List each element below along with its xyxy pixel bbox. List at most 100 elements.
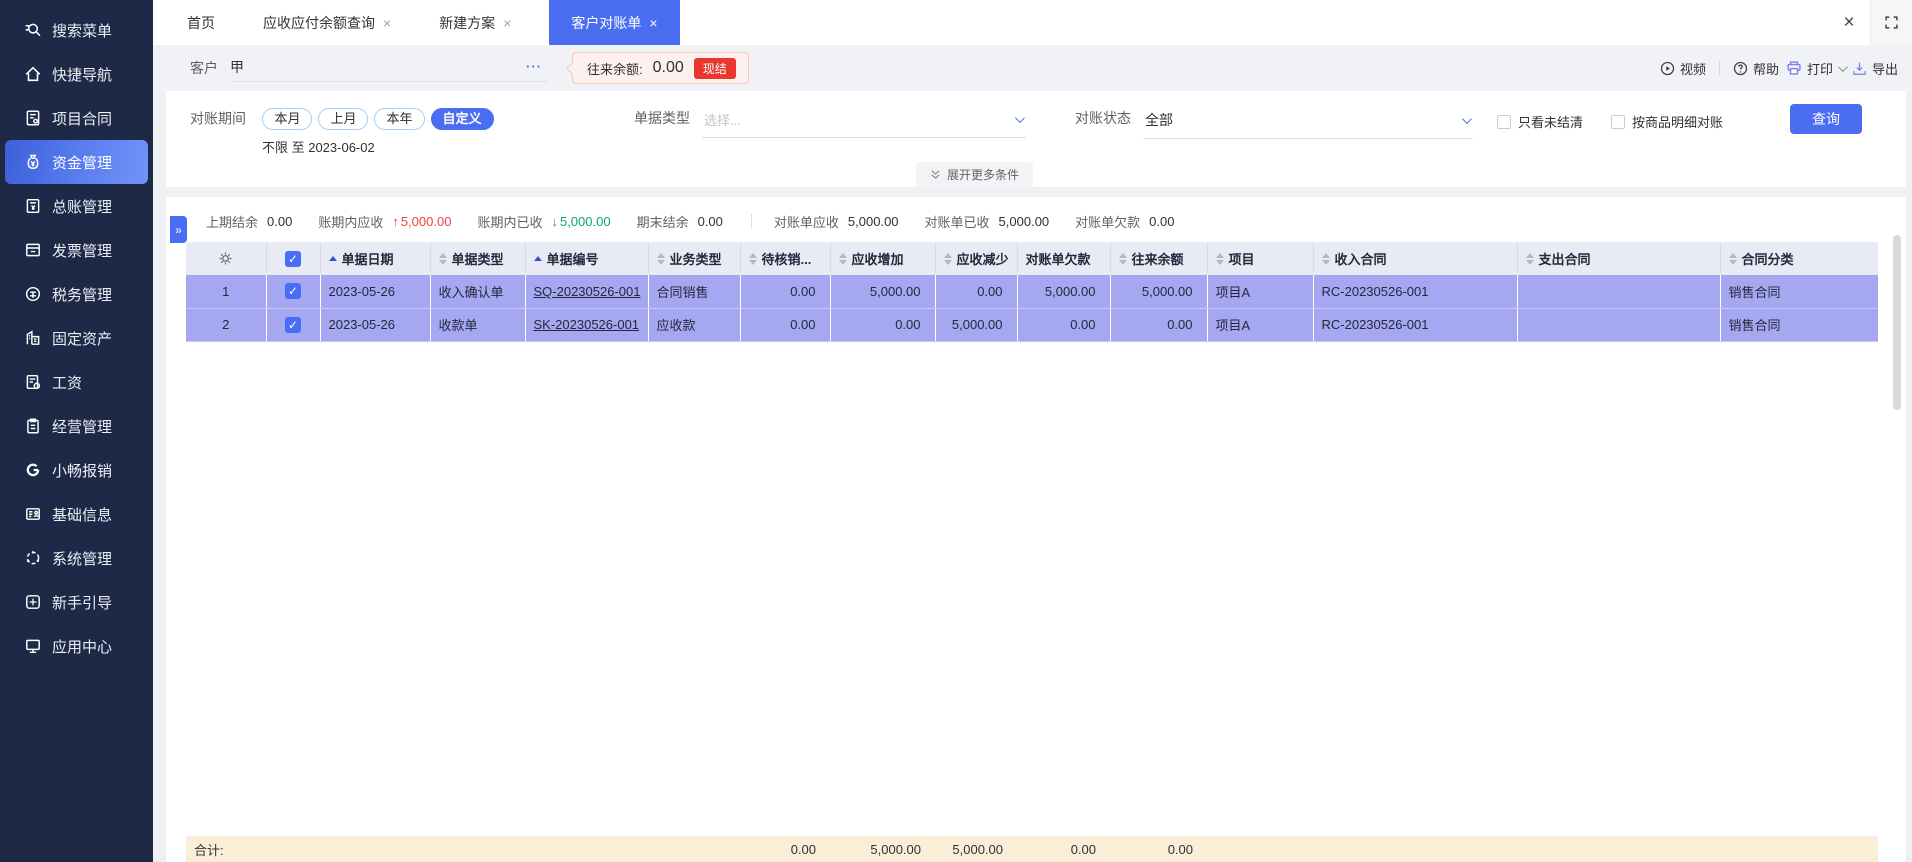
header-doc-type[interactable]: 单据类型: [430, 242, 526, 275]
cell-biz-type: 应收款: [648, 308, 741, 342]
header-doc-date[interactable]: 单据日期: [320, 242, 431, 275]
settle-badge[interactable]: 现结: [693, 57, 736, 79]
doc-no-link[interactable]: SQ-20230526-001: [534, 284, 641, 299]
header-ar-decrease[interactable]: 应收减少: [935, 242, 1018, 275]
doc-type-select[interactable]: 选择...: [702, 108, 1026, 138]
sidebar-item-xiaochang-expense[interactable]: 小畅报销: [0, 448, 153, 492]
expand-more-button[interactable]: 展开更多条件: [916, 162, 1034, 187]
app-center-icon: [26, 639, 40, 654]
checkbox-checked-icon[interactable]: ✓: [285, 283, 301, 300]
sidebar-item-invoice-management[interactable]: 发票管理: [0, 228, 153, 272]
header-balance[interactable]: 往来余额: [1110, 242, 1208, 275]
cell-doc-no: SQ-20230526-001: [525, 275, 649, 309]
tab-controls: ×: [1828, 0, 1912, 45]
sidebar-item-search-menu[interactable]: 搜索菜单: [0, 8, 153, 52]
checkbox-unchecked-icon[interactable]: [1611, 114, 1626, 129]
tab-close-icon[interactable]: ×: [503, 16, 511, 30]
table-row[interactable]: 1 ✓ 2023-05-26 收入确认单 SQ-20230526-001 合同销…: [186, 275, 1878, 309]
sidebar-item-funds-management[interactable]: 资金管理: [5, 140, 148, 184]
sort-icon[interactable]: [1118, 252, 1127, 265]
sort-icon[interactable]: [1321, 252, 1330, 265]
by-product-detail-checkbox[interactable]: 按商品明细对账: [1611, 112, 1723, 131]
sidebar-item-beginner-guide[interactable]: 新手引导: [0, 580, 153, 624]
cell-stmt-due: 0.00: [1017, 308, 1111, 342]
only-unsettled-checkbox[interactable]: 只看未结清: [1497, 112, 1583, 131]
header-doc-no[interactable]: 单据编号: [525, 242, 649, 275]
chevron-down-icon: [1014, 113, 1025, 124]
sidebar-item-label: 快捷导航: [52, 66, 113, 84]
tab-close-icon[interactable]: ×: [649, 16, 657, 30]
sort-icon[interactable]: [943, 252, 952, 265]
customer-field[interactable]: 甲 ···: [230, 55, 548, 82]
header-income-contract[interactable]: 收入合同: [1313, 242, 1518, 275]
header-stmt-due[interactable]: 对账单欠款: [1017, 242, 1111, 275]
export-icon: [1853, 62, 1866, 75]
header-ar-increase[interactable]: 应收增加: [830, 242, 936, 275]
tab-label: 首页: [187, 14, 215, 31]
header-project[interactable]: 项目: [1207, 242, 1314, 275]
sort-icon[interactable]: [1728, 252, 1737, 265]
checkbox-unchecked-icon[interactable]: [1497, 114, 1511, 129]
header-expense-contract[interactable]: 支出合同: [1517, 242, 1721, 275]
column-settings-header[interactable]: [186, 242, 267, 275]
period-option-this-month[interactable]: 本月: [262, 108, 313, 131]
guide-icon: [26, 595, 40, 609]
header-pending[interactable]: 待核销...: [740, 242, 831, 275]
sort-icon[interactable]: [1525, 252, 1534, 265]
period-option-last-month[interactable]: 上月: [318, 108, 369, 131]
sort-icon[interactable]: [748, 252, 757, 265]
sort-asc-icon[interactable]: [533, 256, 542, 261]
export-button[interactable]: 导出: [1852, 59, 1898, 78]
checkbox-checked-icon[interactable]: ✓: [285, 316, 301, 333]
sidebar-item-business-management[interactable]: 经营管理: [0, 404, 153, 448]
close-icon[interactable]: ×: [1828, 0, 1870, 45]
sidebar-item-label: 基础信息: [52, 506, 113, 524]
status-select[interactable]: 全部: [1143, 108, 1473, 139]
sort-icon[interactable]: [656, 252, 665, 265]
funds-icon: [27, 154, 39, 170]
header-contract-category[interactable]: 合同分类: [1720, 242, 1878, 275]
header-biz-type[interactable]: 业务类型: [648, 242, 741, 275]
video-button[interactable]: 视频: [1660, 59, 1706, 78]
sidebar-item-fixed-assets[interactable]: 固定资产: [0, 316, 153, 360]
checkbox-checked-icon[interactable]: ✓: [285, 250, 301, 267]
tab-home[interactable]: 首页: [169, 0, 233, 45]
tab-customer-statement[interactable]: 客户对账单 ×: [549, 0, 680, 45]
sidebar-item-quick-nav[interactable]: 快捷导航: [0, 52, 153, 96]
sort-icon[interactable]: [838, 252, 847, 265]
period-option-custom[interactable]: 自定义: [430, 108, 494, 131]
tab-new-plan[interactable]: 新建方案 ×: [421, 0, 529, 45]
sort-asc-icon[interactable]: [328, 256, 337, 261]
sidebar-item-general-ledger[interactable]: 总账管理: [0, 184, 153, 228]
sort-icon[interactable]: [1215, 252, 1224, 265]
row-checkbox-cell: ✓: [266, 275, 321, 309]
sidebar-item-base-info[interactable]: 基础信息: [0, 492, 153, 536]
vertical-scrollbar[interactable]: [1893, 235, 1901, 410]
sidebar-item-app-center[interactable]: 应用中心: [0, 624, 153, 668]
sidebar-item-payroll[interactable]: 工资: [0, 360, 153, 404]
sidebar-item-system-management[interactable]: 系统管理: [0, 536, 153, 580]
summary-stmt-due: 对账单欠款 0.00: [1075, 214, 1175, 230]
tab-close-icon[interactable]: ×: [383, 16, 391, 30]
print-button[interactable]: 打印: [1786, 59, 1848, 78]
collapse-expander-button[interactable]: »: [170, 216, 187, 243]
totals-ar-decrease: 5,000.00: [935, 836, 1017, 862]
cell-project: 项目A: [1207, 308, 1314, 342]
fixed-assets-icon: [26, 330, 40, 345]
cell-project: 项目A: [1207, 275, 1314, 309]
doc-no-link[interactable]: SK-20230526-001: [534, 317, 640, 332]
table-row[interactable]: 2 ✓ 2023-05-26 收款单 SK-20230526-001 应收款 0…: [186, 308, 1878, 342]
more-ellipsis-icon[interactable]: ···: [526, 59, 542, 74]
period-range-value[interactable]: 不限 至 2023-06-02: [262, 137, 494, 156]
period-option-this-year[interactable]: 本年: [374, 108, 425, 131]
sidebar-item-tax-management[interactable]: 税务管理: [0, 272, 153, 316]
sidebar-item-project-contract[interactable]: 项目合同: [0, 96, 153, 140]
balance-value: 0.00: [652, 59, 684, 76]
help-button[interactable]: 帮助: [1733, 59, 1779, 78]
fullscreen-icon[interactable]: [1870, 0, 1912, 45]
query-button[interactable]: 查询: [1790, 104, 1862, 134]
status-label: 对账状态: [1075, 110, 1131, 126]
sort-icon[interactable]: [438, 252, 447, 265]
tab-receivable-payable-balance[interactable]: 应收应付余额查询 ×: [245, 0, 409, 45]
select-all-header[interactable]: ✓: [266, 242, 321, 275]
